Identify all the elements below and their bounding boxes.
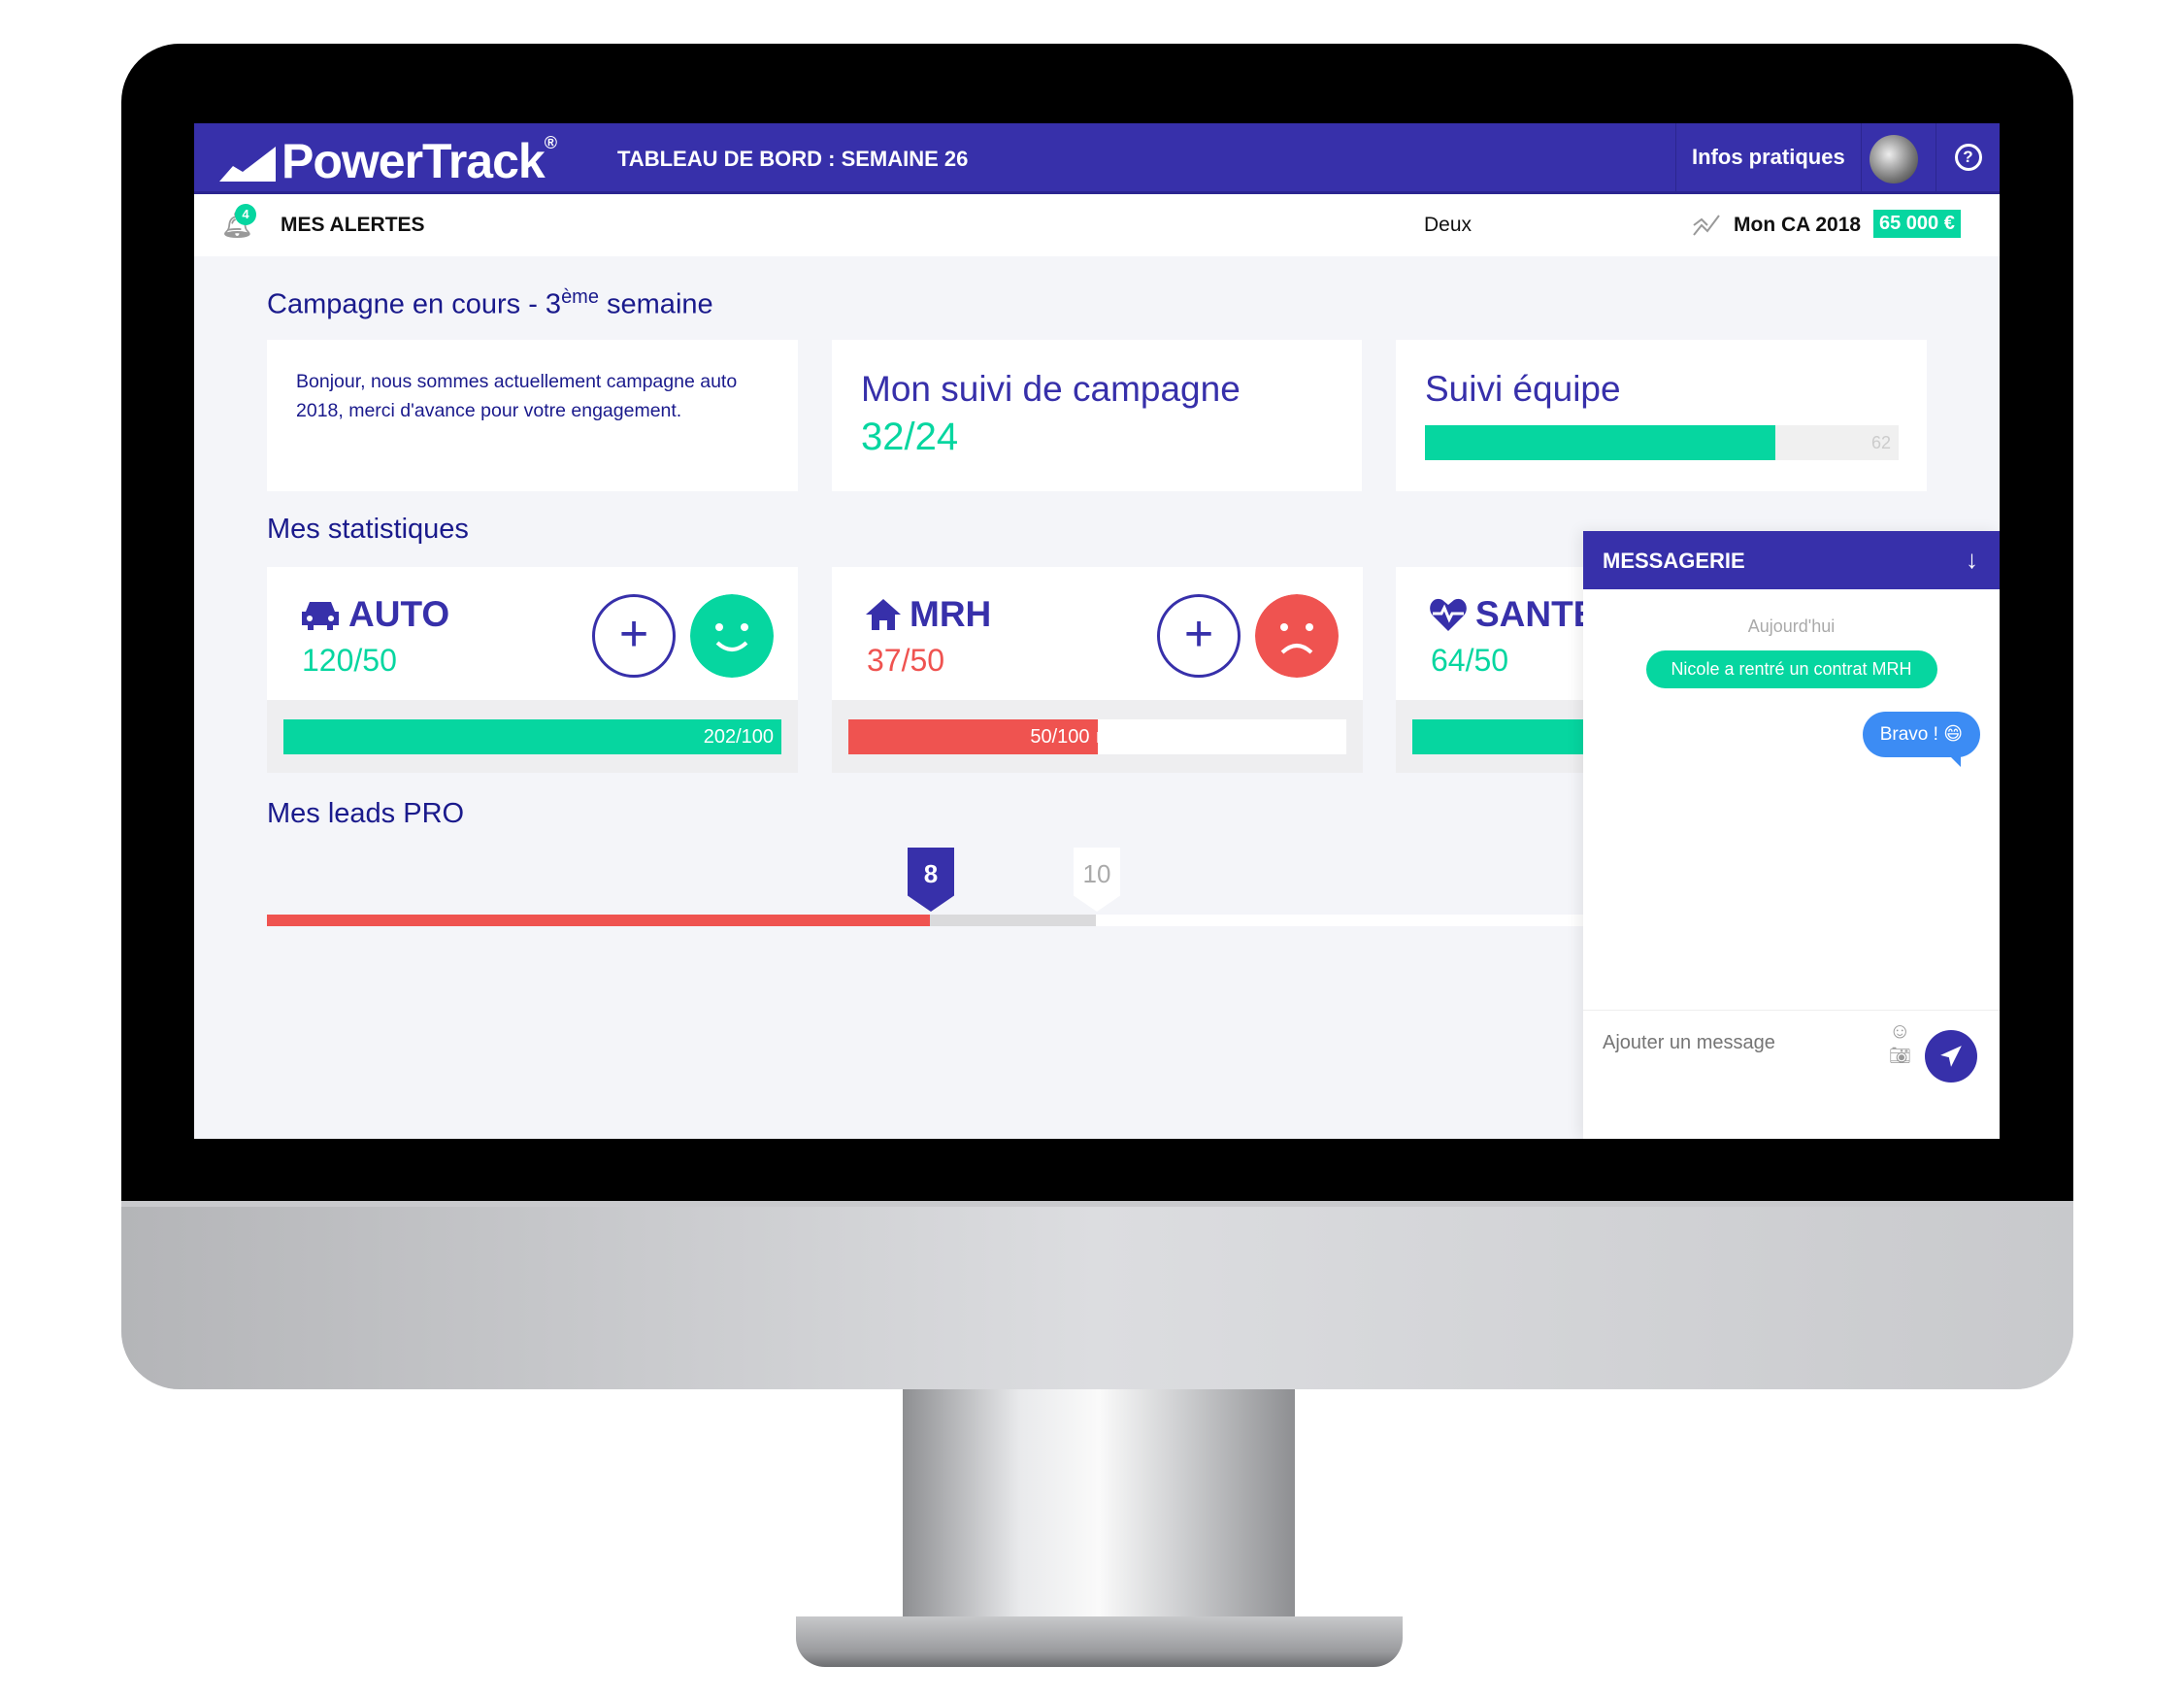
emoji-icon[interactable]: ☺ bbox=[1889, 1018, 1910, 1044]
messaging-header[interactable]: MESSAGERIE ↓ bbox=[1583, 531, 2000, 589]
send-icon bbox=[1940, 1046, 1962, 1067]
happy-face-icon bbox=[690, 594, 774, 678]
page-title: TABLEAU DE BORD : SEMAINE 26 bbox=[617, 147, 969, 171]
chat-message: Bravo ! 😄 bbox=[1862, 712, 1980, 767]
intro-card: Bonjour, nous sommes actuellement campag… bbox=[267, 340, 798, 491]
logo-text: PowerTrack bbox=[281, 134, 546, 188]
stat-title: AUTO bbox=[300, 594, 449, 635]
monitor-chin bbox=[121, 1207, 2073, 1389]
trend-icon bbox=[1693, 215, 1720, 236]
card-title: Suivi équipe bbox=[1425, 369, 1621, 409]
camera-icon[interactable]: 📷︎ bbox=[1889, 1046, 1911, 1066]
avatar[interactable] bbox=[1870, 135, 1918, 183]
stat-footer: 202/100 bbox=[267, 700, 798, 773]
stat-card-auto: AUTO 120/50 + 202/100 bbox=[267, 567, 798, 773]
infos-pratiques-link[interactable]: Infos pratiques bbox=[1675, 123, 1862, 191]
stat-title: SANTE bbox=[1429, 594, 1597, 635]
message-composer: ☺ 📷︎ bbox=[1583, 1010, 2000, 1139]
app-screen: PowerTrack® TABLEAU DE BORD : SEMAINE 26… bbox=[194, 123, 2000, 1139]
stat-title: MRH bbox=[865, 594, 991, 635]
stat-value: 37/50 bbox=[867, 643, 945, 678]
messaging-title: MESSAGERIE bbox=[1603, 549, 1745, 573]
stat-progress-bar: 50/100 nt équipe bbox=[848, 719, 1346, 754]
help-icon: ? bbox=[1954, 144, 1982, 171]
stats-heading: Mes statistiques bbox=[267, 514, 469, 545]
leads-current-marker[interactable]: 8 bbox=[908, 848, 954, 912]
leads-slider-track[interactable] bbox=[267, 915, 1583, 926]
ca-value: 65 000 € bbox=[1873, 210, 1961, 238]
heartbeat-icon bbox=[1430, 598, 1467, 631]
leads-heading: Mes leads PRO bbox=[267, 798, 465, 829]
leads-target-marker: 10 bbox=[1074, 848, 1120, 912]
stat-progress-bar: 202/100 bbox=[283, 719, 781, 754]
messaging-panel: MESSAGERIE ↓ Aujourd'hui Nicole a rentré … bbox=[1583, 531, 2000, 1139]
team-tracking-card[interactable]: Suivi équipe 62 bbox=[1396, 340, 1927, 491]
leads-progress-fill bbox=[267, 915, 930, 926]
ghost-label: nt équipe bbox=[1096, 726, 1176, 748]
message-input[interactable] bbox=[1603, 1032, 1874, 1054]
ticker-text: Deux bbox=[1424, 214, 1473, 236]
campaign-tracking-card[interactable]: Mon suivi de campagne 32/24 bbox=[832, 340, 1362, 491]
car-icon bbox=[302, 602, 339, 630]
campaign-heading: Campagne en cours - 3ème semaine bbox=[267, 286, 713, 320]
send-button[interactable] bbox=[1925, 1030, 1977, 1083]
arrow-down-icon[interactable]: ↓ bbox=[1966, 545, 1978, 575]
add-button[interactable]: + bbox=[1157, 594, 1241, 678]
help-button[interactable]: ? bbox=[1936, 123, 2000, 191]
stat-value: 64/50 bbox=[1431, 643, 1509, 678]
logo[interactable]: PowerTrack® bbox=[219, 133, 557, 189]
alerts-label[interactable]: MES ALERTES bbox=[281, 214, 425, 237]
system-message: Nicole a rentré un contrat MRH bbox=[1645, 650, 1937, 688]
house-icon bbox=[866, 599, 901, 630]
stat-footer: 50/100 nt équipe bbox=[832, 700, 1363, 773]
sad-face-icon bbox=[1255, 594, 1339, 678]
stat-card-mrh: MRH 37/50 + 50/100 nt équipe bbox=[832, 567, 1363, 773]
campaign-value: 32/24 bbox=[861, 416, 959, 458]
team-value: 62 bbox=[1870, 433, 1891, 452]
leads-remaining bbox=[930, 915, 1096, 926]
team-progress-bar: 62 bbox=[1425, 425, 1899, 460]
alerts-bar: 🔔︎ 4 MES ALERTES Deux Mon CA 2018 65 000… bbox=[194, 194, 2000, 256]
top-header: PowerTrack® TABLEAU DE BORD : SEMAINE 26… bbox=[194, 123, 2000, 194]
alert-count-badge: 4 bbox=[235, 204, 256, 225]
ca-label: Mon CA 2018 bbox=[1734, 214, 1862, 236]
stat-progress-fill: 202/100 bbox=[283, 719, 781, 754]
stat-value: 120/50 bbox=[302, 643, 397, 678]
add-button[interactable]: + bbox=[592, 594, 676, 678]
monitor-stand bbox=[903, 1389, 1295, 1642]
chart-logo-icon bbox=[219, 147, 276, 182]
chat-date: Aujourd'hui bbox=[1747, 616, 1836, 636]
card-title: Mon suivi de campagne bbox=[861, 369, 1241, 409]
registered-mark: ® bbox=[544, 133, 557, 152]
stat-progress-fill: 50/100 bbox=[848, 719, 1098, 754]
team-progress-fill bbox=[1425, 425, 1776, 460]
monitor-base bbox=[796, 1616, 1403, 1667]
